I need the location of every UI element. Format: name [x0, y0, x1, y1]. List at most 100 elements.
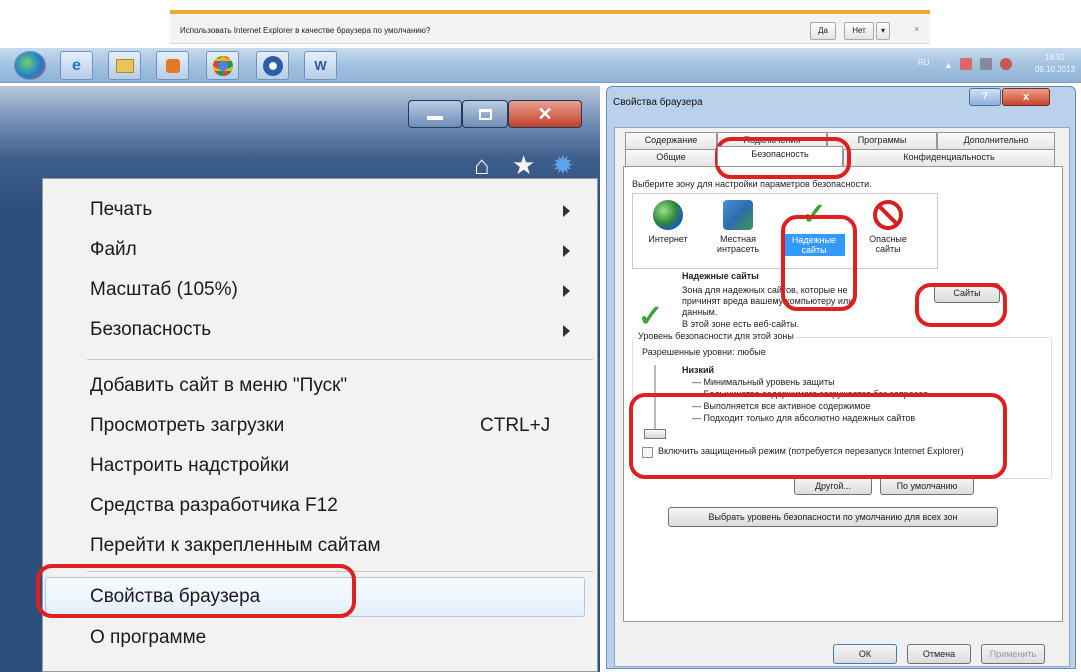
cancel-button[interactable]: Отмена — [907, 644, 971, 664]
menu-item-manage-addons[interactable]: Настроить надстройки — [43, 447, 597, 487]
sites-button[interactable]: Сайты — [934, 283, 1000, 303]
tray-date: 09.10.2013 — [1034, 65, 1076, 74]
favorites-star-icon[interactable]: ★ — [512, 150, 535, 181]
default-browser-notification: Использовать Internet Explorer в качеств… — [170, 10, 930, 44]
trusted-check-icon: ✓ — [638, 300, 664, 333]
check-icon: ✓ — [801, 198, 827, 231]
notification-text: Использовать Internet Explorer в качеств… — [180, 26, 431, 35]
file-explorer-icon[interactable] — [108, 51, 141, 80]
level-slider-thumb[interactable] — [644, 429, 666, 439]
zone-note: В этой зоне есть веб-сайты. — [682, 319, 800, 329]
menu-item-file[interactable]: Файл — [43, 231, 597, 271]
zone-label: Интернет — [648, 234, 688, 244]
home-icon[interactable]: ⌂ — [474, 150, 490, 181]
ie-window: ✕ ⌂ ★ ✹ Печать Файл Масштаб (105%) Безоп… — [0, 86, 600, 672]
globe-icon — [653, 200, 683, 230]
level-line: — Подходит только для абсолютно надежных… — [692, 413, 916, 423]
menu-item-label: Просмотреть загрузки — [90, 415, 285, 436]
zone-local-intranet[interactable]: Местная интрасеть — [707, 200, 769, 254]
minimize-button[interactable] — [408, 100, 462, 128]
zone-label: Местная интрасеть — [716, 234, 760, 254]
tray-network-icon[interactable] — [980, 58, 992, 70]
security-pane: Выберите зону для настройки параметров б… — [623, 166, 1063, 622]
menu-item-shortcut: CTRL+J — [480, 415, 551, 436]
tools-gear-icon[interactable]: ✹ — [552, 150, 574, 181]
menu-item-developer-tools[interactable]: Средства разработчика F12 — [43, 487, 597, 527]
dialog-close-button[interactable]: x — [1002, 88, 1050, 106]
submenu-arrow-icon — [563, 285, 570, 297]
notification-close-icon[interactable]: × — [914, 24, 919, 34]
menu-item-label: Безопасность — [90, 319, 212, 340]
submenu-arrow-icon — [563, 325, 570, 337]
tab-general[interactable]: Общие — [625, 149, 717, 166]
tray-show-hidden-icon[interactable]: ▲ — [944, 60, 953, 70]
internet-options-dialog: Свойства браузера ? x Содержание Подключ… — [606, 86, 1076, 669]
start-orb-icon[interactable] — [14, 51, 46, 80]
internet-explorer-icon[interactable]: e — [60, 51, 93, 80]
chrome-icon[interactable] — [206, 51, 239, 80]
menu-separator — [87, 359, 593, 360]
default-level-button[interactable]: По умолчанию — [880, 477, 974, 495]
zone-title: Надежные сайты — [682, 271, 759, 281]
zone-restricted-sites[interactable]: Опасные сайты — [857, 200, 919, 254]
menu-item-zoom[interactable]: Масштаб (105%) — [43, 271, 597, 311]
tab-content[interactable]: Содержание — [625, 132, 717, 149]
apply-button[interactable]: Применить — [981, 644, 1045, 664]
menu-separator — [87, 571, 593, 572]
word-icon[interactable]: W — [304, 51, 337, 80]
zone-list: Интернет Местная интрасеть ✓ Надежные са… — [632, 193, 938, 269]
tray-time: 14:52 — [1044, 53, 1066, 62]
zone-trusted-sites[interactable]: ✓ Надежные сайты — [783, 200, 845, 256]
tray-language[interactable]: RU — [918, 58, 930, 67]
protected-mode-checkbox[interactable] — [642, 447, 653, 458]
level-line: — Выполняется все активное содержимое — [692, 401, 871, 411]
menu-item-label: Средства разработчика F12 — [90, 495, 338, 516]
forbidden-icon — [873, 200, 903, 230]
tray-flag-icon[interactable] — [960, 58, 972, 70]
thunderbird-icon[interactable] — [256, 51, 289, 80]
maximize-button[interactable] — [462, 100, 508, 128]
menu-item-pinned-sites[interactable]: Перейти к закрепленным сайтам — [43, 527, 597, 567]
menu-item-label: Масштаб (105%) — [90, 279, 238, 300]
reset-all-zones-button[interactable]: Выбрать уровень безопасности по умолчани… — [668, 507, 998, 527]
menu-item-label: О программе — [90, 627, 207, 648]
tray-volume-icon[interactable] — [1000, 58, 1012, 70]
menu-item-add-to-start[interactable]: Добавить сайт в меню "Пуск" — [43, 367, 597, 407]
tab-security[interactable]: Безопасность — [717, 146, 843, 166]
zone-label: Надежные сайты — [783, 234, 845, 256]
level-group-label: Уровень безопасности для этой зоны — [636, 331, 796, 341]
submenu-arrow-icon — [563, 205, 570, 217]
level-slider-track[interactable] — [654, 365, 656, 437]
menu-item-label: Добавить сайт в меню "Пуск" — [90, 375, 348, 396]
menu-item-about[interactable]: О программе — [43, 619, 597, 659]
menu-item-label: Файл — [90, 239, 137, 260]
custom-level-button[interactable]: Другой... — [794, 477, 872, 495]
notification-yes-button[interactable]: Да — [810, 22, 836, 40]
allowed-levels: Разрешенные уровни: любые — [642, 347, 766, 357]
protected-mode-label: Включить защищенный режим (потребуется п… — [658, 446, 964, 456]
zone-description: Зона для надежных сайтов, которые не при… — [682, 285, 854, 317]
level-line: — Большинство содержимого загружается бе… — [692, 389, 929, 399]
level-name: Низкий — [682, 365, 715, 375]
tools-menu: Печать Файл Масштаб (105%) Безопасность … — [42, 178, 598, 672]
menu-item-print[interactable]: Печать — [43, 191, 597, 231]
intranet-icon — [723, 200, 753, 230]
zone-prompt: Выберите зону для настройки параметров б… — [632, 179, 872, 189]
notification-dropdown-button[interactable]: ▾ — [876, 22, 890, 40]
help-button[interactable]: ? — [969, 88, 1001, 106]
zone-internet[interactable]: Интернет — [637, 200, 699, 244]
tab-privacy[interactable]: Конфиденциальность — [843, 149, 1055, 166]
menu-item-label: Настроить надстройки — [90, 455, 290, 476]
tab-advanced[interactable]: Дополнительно — [937, 132, 1055, 149]
window-close-button[interactable]: ✕ — [508, 100, 582, 128]
menu-item-label: Свойства браузера — [90, 586, 261, 607]
notification-no-button[interactable]: Нет — [844, 22, 874, 40]
tray-clock[interactable]: 14:52 09.10.2013 — [1032, 52, 1078, 76]
menu-item-security[interactable]: Безопасность — [43, 311, 597, 351]
menu-item-internet-options[interactable]: Свойства браузера — [45, 577, 585, 617]
tab-programs[interactable]: Программы — [827, 132, 937, 149]
zone-label: Опасные сайты — [869, 234, 907, 254]
menu-item-view-downloads[interactable]: Просмотреть загрузки CTRL+J — [43, 407, 597, 447]
ok-button[interactable]: ОК — [833, 644, 897, 664]
media-player-icon[interactable] — [156, 51, 189, 80]
